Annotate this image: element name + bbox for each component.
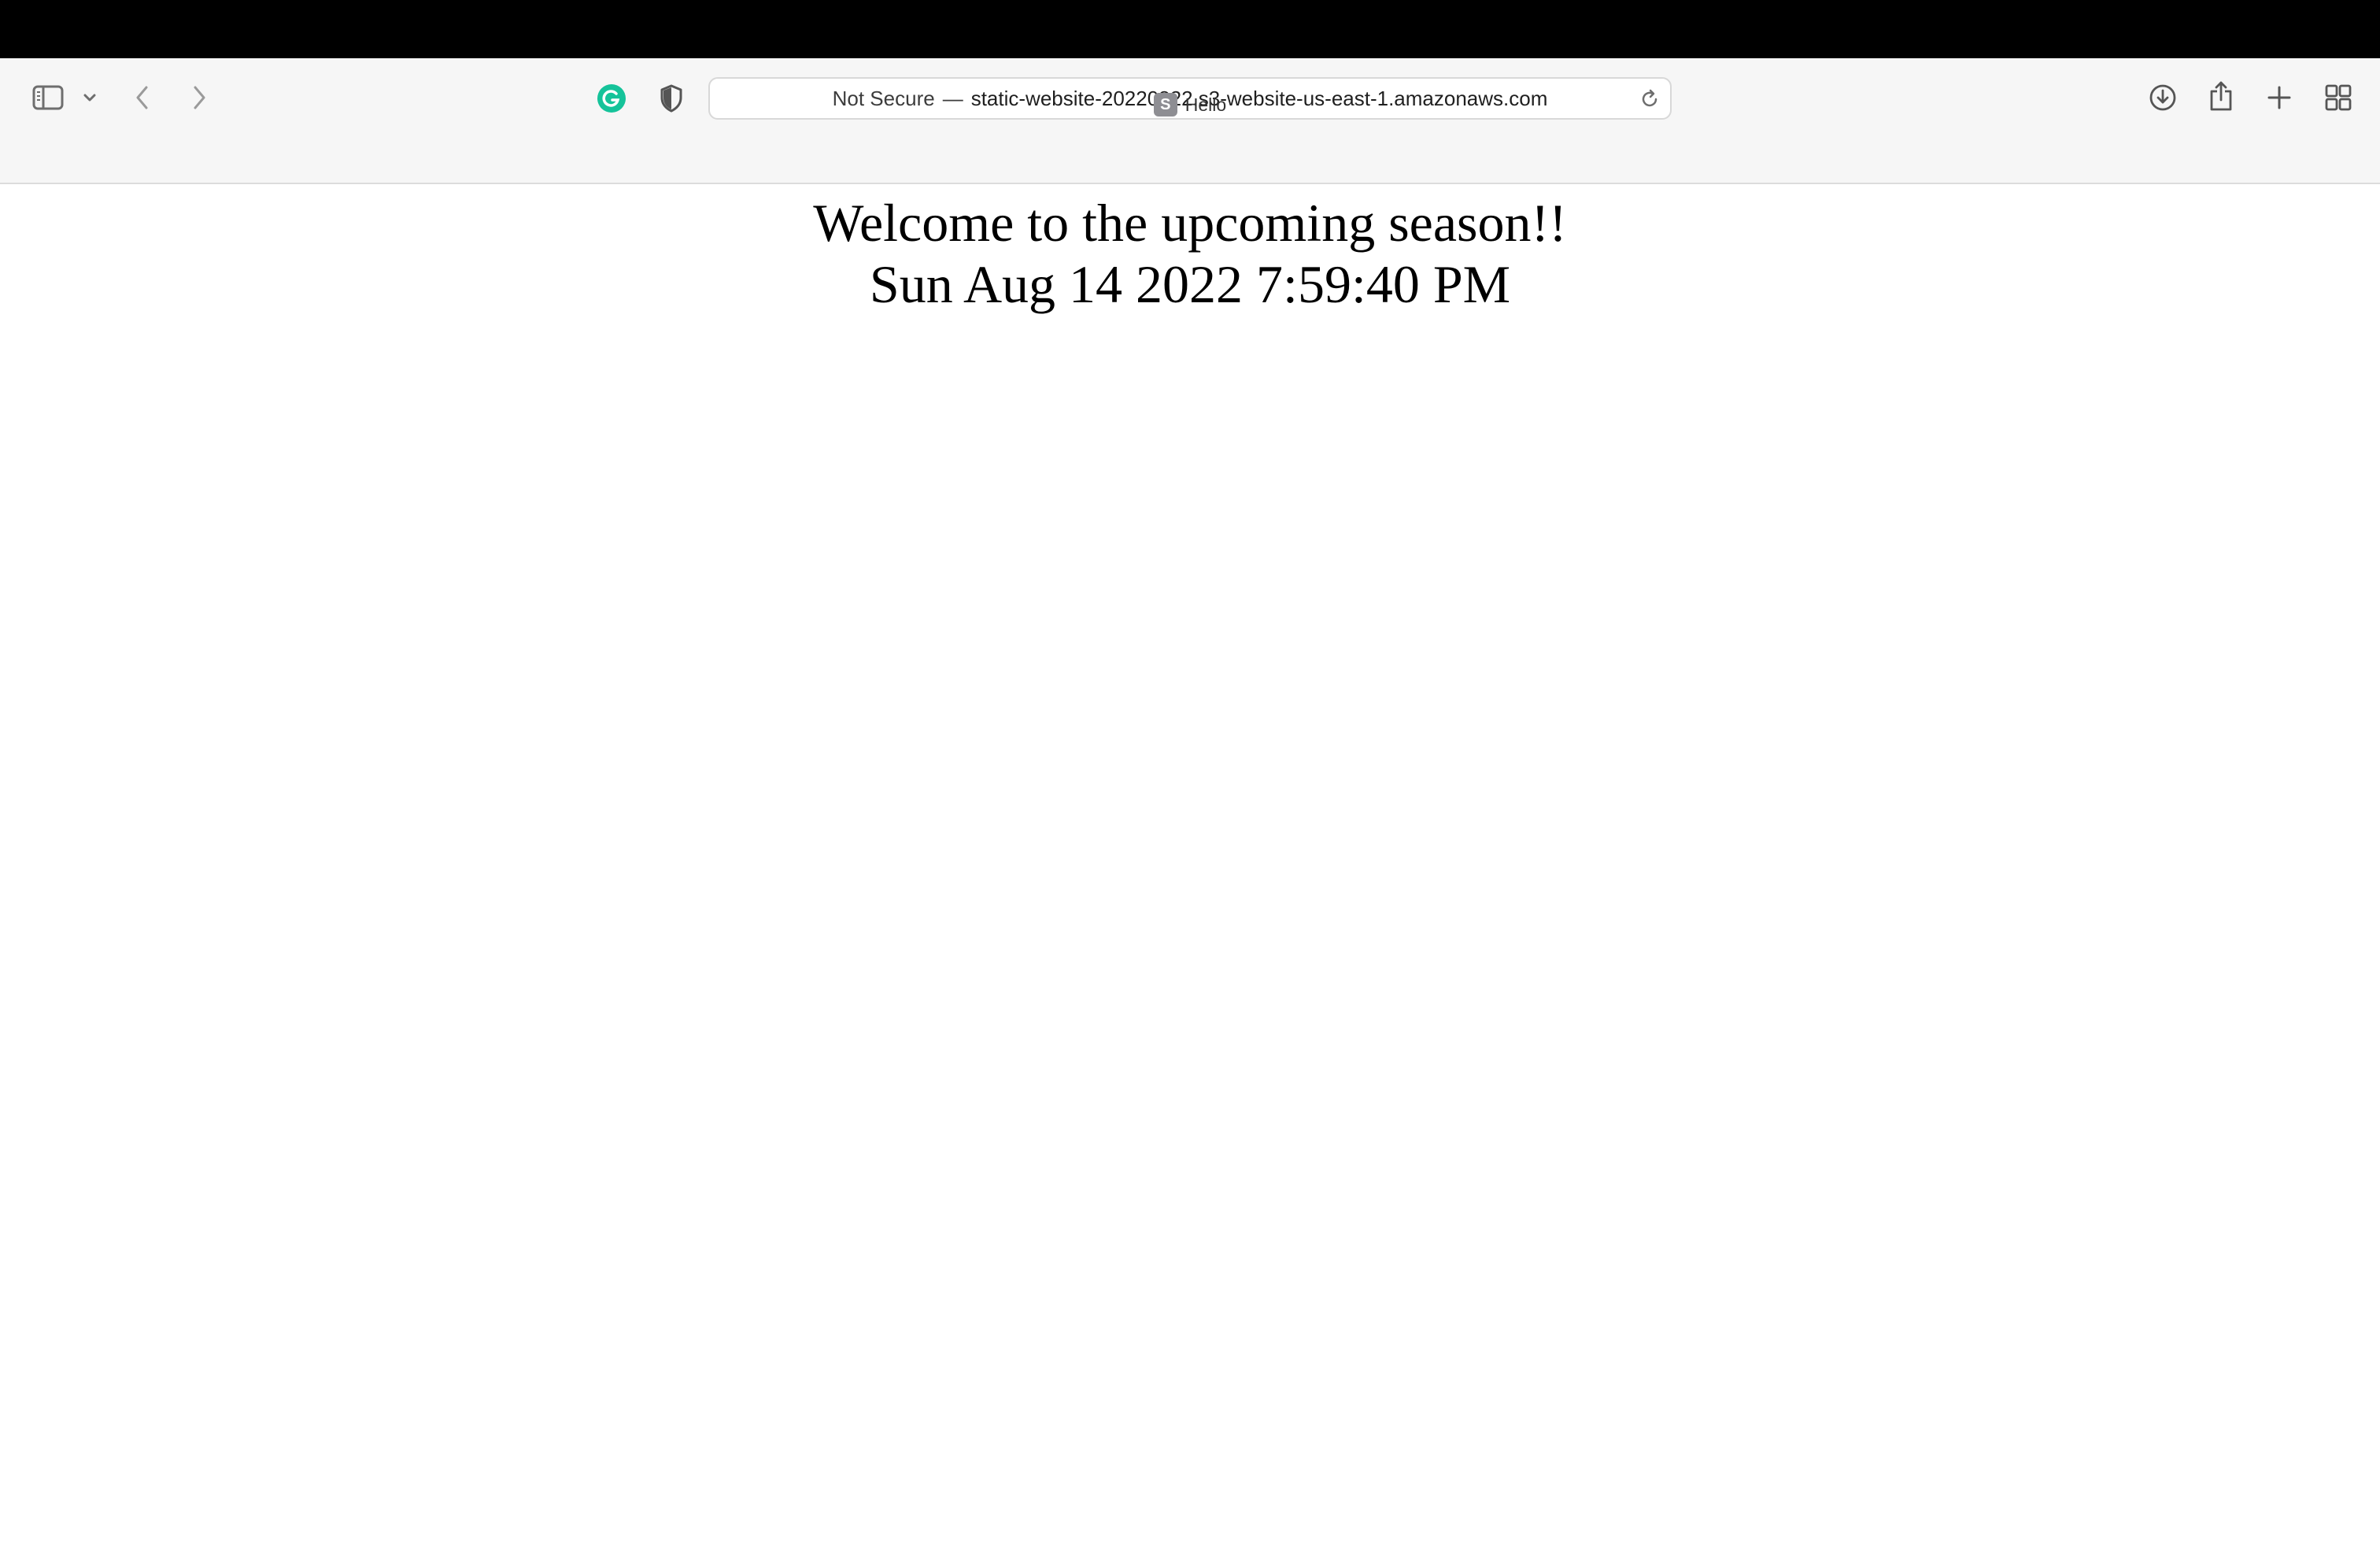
page-content: Welcome to the upcoming season!! Sun Aug… bbox=[0, 186, 2380, 1546]
menu-bar bbox=[0, 0, 2380, 58]
favicon: S bbox=[1153, 93, 1177, 117]
browser-toolbar: Not Secure — static-website-20220822.s3-… bbox=[0, 58, 2380, 184]
tab-title-label: Hello bbox=[1184, 94, 1227, 115]
welcome-heading: Welcome to the upcoming season!! bbox=[813, 193, 1567, 253]
current-datetime: Sun Aug 14 2022 7:59:40 PM bbox=[869, 254, 1511, 314]
active-tab[interactable]: S Hello bbox=[0, 93, 2380, 117]
